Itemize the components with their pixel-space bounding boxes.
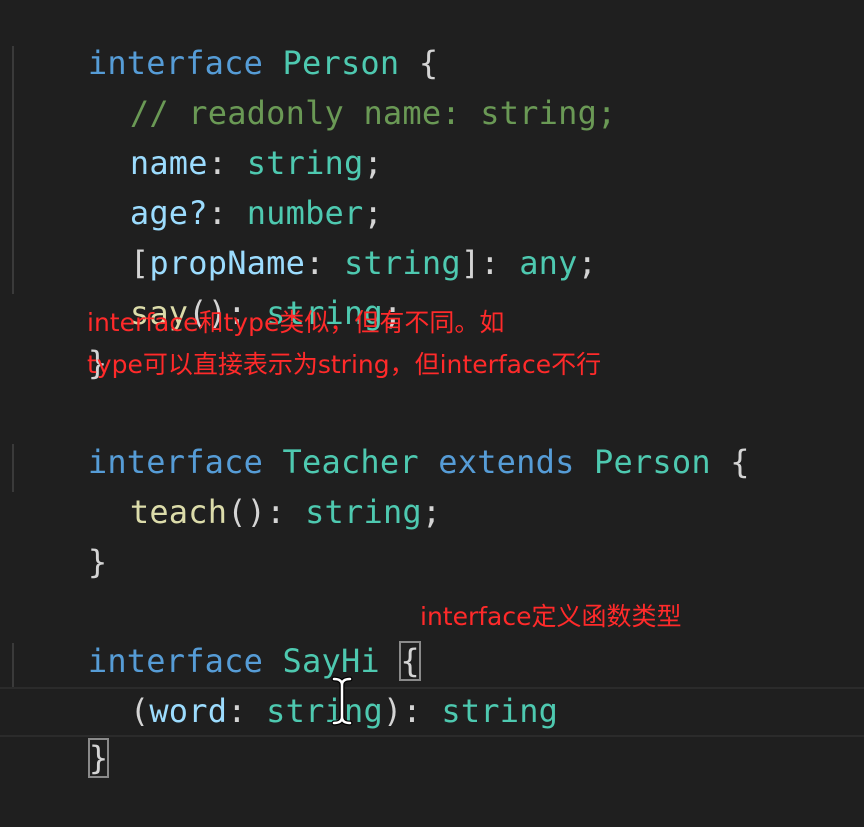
code-line[interactable]: (word: string): string xyxy=(52,642,558,730)
type-any: any xyxy=(519,244,578,282)
current-line-highlight xyxy=(0,687,864,737)
matched-close-brace: } xyxy=(87,738,110,778)
keyword-extends: extends xyxy=(438,443,575,481)
annotation-note-line1: interface和type类似，但有不同。如 xyxy=(87,308,505,337)
code-line[interactable]: } xyxy=(10,493,107,581)
close-brace: } xyxy=(87,543,108,581)
annotation-note-line2: type可以直接表示为string，但interface不行 xyxy=(87,350,602,379)
code-line[interactable]: say(): string; xyxy=(52,244,402,332)
code-line[interactable]: teach(): string; xyxy=(52,443,441,531)
code-line[interactable]: } xyxy=(10,689,110,778)
code-line[interactable]: [propName: string]: any; xyxy=(52,194,597,282)
code-line[interactable]: name: string; xyxy=(52,94,383,182)
annotation-note-fn: interface定义函数类型 xyxy=(420,602,682,631)
code-editor[interactable]: interface Person { // readonly name: str… xyxy=(0,0,864,778)
code-line[interactable]: interface Person { xyxy=(10,0,438,82)
text-cursor-icon xyxy=(331,676,353,726)
extends-target: Person xyxy=(594,443,711,481)
code-line[interactable]: interface SayHi { xyxy=(10,592,421,681)
type-string: string xyxy=(305,493,422,531)
open-brace: { xyxy=(730,443,750,481)
method-teach: teach xyxy=(129,493,228,531)
code-line[interactable]: interface Teacher extends Person { xyxy=(10,393,750,481)
code-line[interactable]: age?: number; xyxy=(52,144,383,232)
code-line[interactable]: // readonly name: string; xyxy=(52,44,617,132)
